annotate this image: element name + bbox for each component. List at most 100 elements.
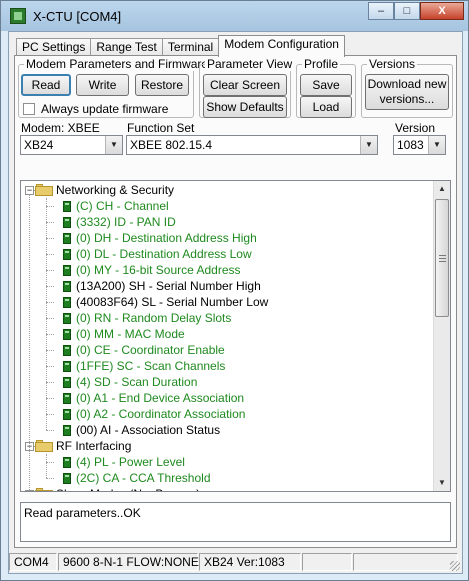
tree-parameter-label: (1FFE) SC - Scan Channels [76,359,226,373]
read-button[interactable]: Read [21,74,71,96]
tree-parameter-label: (0) CE - Coordinator Enable [76,343,225,357]
always-update-checkbox[interactable] [23,103,35,115]
close-button[interactable]: X [420,2,464,20]
status-bar: COM4 9600 8-N-1 FLOW:NONE XB24 Ver:1083 [9,551,462,573]
chevron-down-icon[interactable]: ▼ [105,136,122,154]
resize-grip-icon[interactable] [450,561,460,571]
scroll-down-arrow-icon[interactable]: ▼ [434,475,450,491]
tree-parameter-row[interactable]: (0) CE - Coordinator Enable [21,342,433,358]
title-bar[interactable]: X-CTU [COM4] – □ X [1,1,468,31]
minimize-button[interactable]: – [368,2,394,20]
tree-parameter-row[interactable]: (1FFE) SC - Scan Channels [21,358,433,374]
version-select[interactable]: 1083 ▼ [393,135,446,155]
tree-parameter-row[interactable]: (0) A2 - Coordinator Association [21,406,433,422]
folder-body-shape [35,186,53,196]
parameter-view-group: Parameter View Clear Screen Show Default… [199,57,295,118]
tree-parameter-label: (4) SD - Scan Duration [76,375,198,389]
tree-parameter-label: (00) AI - Association Status [76,423,221,437]
parameter-view-legend: Parameter View [205,57,295,71]
restore-button[interactable]: Restore [135,74,189,96]
tree-group-row[interactable]: − Networking & Security [21,182,433,198]
tree-parameter-row[interactable]: (00) AI - Association Status [21,422,433,438]
folder-icon [35,488,53,491]
tree-connector [46,414,54,415]
tree-parameter-row[interactable]: (4) SD - Scan Duration [21,374,433,390]
scroll-thumb[interactable] [435,199,449,317]
tree-parameter-row[interactable]: (0) DH - Destination Address High [21,230,433,246]
tree-parameter-label: (C) CH - Channel [76,199,169,213]
status-empty-2 [353,553,458,571]
tree-connector [46,206,54,207]
parameter-leaf-icon [63,393,71,404]
tab-strip: PC Settings Range Test Terminal Modem Co… [16,35,345,57]
collapse-icon[interactable]: − [25,186,34,195]
folder-body-shape [35,490,53,491]
tree-parameter-row[interactable]: (0) MY - 16-bit Source Address [21,262,433,278]
modem-parameters-legend: Modem Parameters and Firmware [24,57,211,71]
function-set-select-value: XBEE 802.15.4 [130,138,213,152]
save-profile-button[interactable]: Save [300,74,352,96]
chevron-down-icon[interactable]: ▼ [428,136,445,154]
parameter-leaf-icon [63,457,71,468]
tree-group-row[interactable]: − RF Interfacing [21,438,433,454]
tree-connector [46,198,47,430]
show-defaults-button[interactable]: Show Defaults [203,96,287,118]
tab-modem-configuration[interactable]: Modem Configuration [218,35,345,57]
message-box: Read parameters..OK [20,502,451,542]
versions-group: Versions Download new versions... [361,57,453,118]
clear-screen-button[interactable]: Clear Screen [203,74,287,96]
vertical-scrollbar[interactable]: ▲ ▼ [433,181,450,491]
tree-group-row[interactable]: −Sleep Modes (NonBeacon) [21,486,433,491]
tree-parameter-row[interactable]: (3332) ID - PAN ID [21,214,433,230]
tree-parameter-row[interactable]: (2C) CA - CCA Threshold [21,470,433,486]
modem-select-value: XB24 [24,138,54,152]
chevron-down-icon[interactable]: ▼ [360,136,377,154]
profile-group: Profile Save Load [296,57,356,118]
write-button[interactable]: Write [76,74,129,96]
tree-connector [46,270,54,271]
modem-parameters-group: Modem Parameters and Firmware Read Write… [18,57,211,118]
function-set-label: Function Set [127,121,195,135]
function-set-select[interactable]: XBEE 802.15.4 ▼ [126,135,378,155]
parameter-leaf-icon [63,345,71,356]
status-settings: 9600 8-N-1 FLOW:NONE [58,553,199,571]
parameter-leaf-icon [63,297,71,308]
tree-connector [46,398,54,399]
parameter-leaf-icon [63,281,71,292]
download-label-line1: Download new [367,77,447,91]
tree-parameter-label: (0) A2 - Coordinator Association [76,407,246,421]
tree-parameter-label: (13A200) SH - Serial Number High [76,279,261,293]
tree-parameter-row[interactable]: (13A200) SH - Serial Number High [21,278,433,294]
tree-parameter-row[interactable]: (0) DL - Destination Address Low [21,246,433,262]
tree-connector [46,238,54,239]
load-profile-button[interactable]: Load [300,96,352,118]
tree-connector [46,334,54,335]
tree-parameter-row[interactable]: (40083F64) SL - Serial Number Low [21,294,433,310]
tree-connector [46,350,54,351]
modem-select[interactable]: XB24 ▼ [20,135,123,155]
scroll-up-arrow-icon[interactable]: ▲ [434,181,450,197]
tree-parameter-row[interactable]: (0) A1 - End Device Association [21,390,433,406]
download-new-versions-button[interactable]: Download new versions... [365,74,449,110]
parameter-leaf-icon [63,473,71,484]
status-port: COM4 [9,553,57,571]
client-area: PC Settings Range Test Terminal Modem Co… [8,31,463,574]
tree-parameter-row[interactable]: (C) CH - Channel [21,198,433,214]
tree-connector [46,382,54,383]
modem-label: Modem: XBEE [21,121,100,135]
tree-parameter-row[interactable]: (0) RN - Random Delay Slots [21,310,433,326]
tree-connector [46,366,54,367]
tree-parameter-row[interactable]: (0) MM - MAC Mode [21,326,433,342]
parameter-leaf-icon [63,249,71,260]
profile-legend: Profile [302,57,341,71]
versions-legend: Versions [367,57,418,71]
tree-parameter-row[interactable]: (4) PL - Power Level [21,454,433,470]
parameter-leaf-icon [63,425,71,436]
grip-line [439,255,446,256]
tree-parameter-label: (40083F64) SL - Serial Number Low [76,295,269,309]
maximize-button[interactable]: □ [394,2,420,20]
version-select-value: 1083 [397,138,424,152]
folder-body-shape [35,442,53,452]
parameter-tree[interactable]: − Networking & Security (C) CH - Channel (3… [20,180,451,492]
tree-parameter-label: (3332) ID - PAN ID [76,215,176,229]
